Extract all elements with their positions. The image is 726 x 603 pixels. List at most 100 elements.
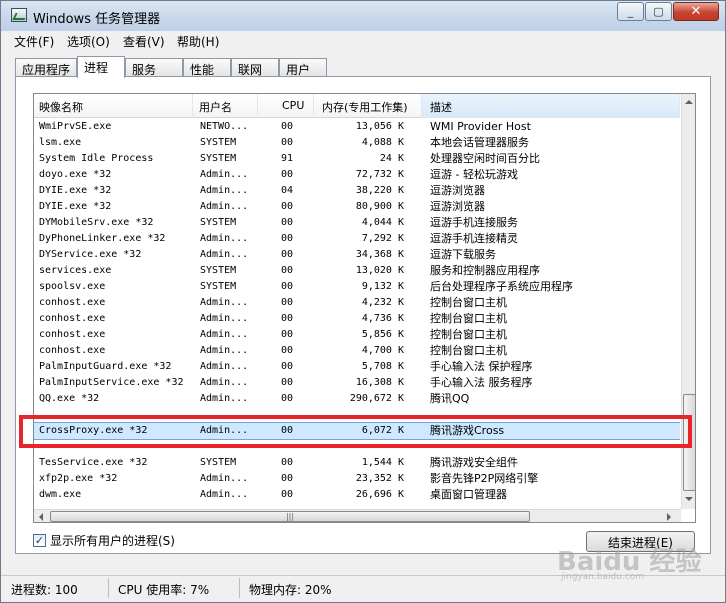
- tab-networking[interactable]: 联网: [231, 58, 279, 77]
- process-user: SYSTEM: [200, 281, 237, 292]
- column-memory[interactable]: 内存(专用工作集): [314, 94, 422, 118]
- show-all-users-label: 显示所有用户的进程(S): [50, 534, 175, 548]
- process-row[interactable]: DYMobileSrv.exe *32 SYSTEM 00 4,044 K 逗游手机连接…: [34, 215, 680, 231]
- window-title: Windows 任务管理器: [33, 12, 161, 27]
- column-cpu[interactable]: CPU: [258, 94, 314, 118]
- process-memory: 23,352 K: [355, 473, 404, 484]
- menu-options[interactable]: 选项(O): [67, 33, 110, 50]
- minimize-button[interactable]: _: [617, 2, 644, 21]
- process-description: 腾讯游戏安全组件: [430, 456, 518, 469]
- process-memory: 7,292 K: [361, 233, 404, 244]
- process-row[interactable]: TesService.exe *32 SYSTEM 00 1,544 K 腾讯游戏安全组…: [34, 455, 680, 471]
- process-cpu: 00: [281, 201, 294, 212]
- process-row[interactable]: [34, 407, 680, 423]
- process-row[interactable]: PalmInputGuard.exe *32 Admin... 00 5,708 K 手…: [34, 359, 680, 375]
- process-row[interactable]: [34, 439, 680, 455]
- process-row[interactable]: conhost.exe Admin... 00 4,700 K 控制台窗口主机: [34, 343, 680, 359]
- process-description: 桌面窗口管理器: [430, 488, 507, 501]
- process-cpu: 00: [281, 393, 294, 404]
- process-name: spoolsv.exe: [39, 281, 106, 292]
- process-memory: 72,732 K: [355, 169, 404, 180]
- process-name: System Idle Process: [39, 153, 154, 164]
- process-row[interactable]: dwm.exe Admin... 00 26,696 K 桌面窗口管理器: [34, 487, 680, 503]
- process-row[interactable]: spoolsv.exe SYSTEM 00 9,132 K 后台处理程序子系统应用程序: [34, 279, 680, 295]
- process-user: Admin...: [200, 425, 249, 436]
- column-image-name[interactable]: 映像名称: [34, 94, 193, 118]
- process-user: Admin...: [200, 489, 249, 500]
- task-manager-icon: [11, 8, 27, 22]
- process-description: WMI Provider Host: [430, 120, 531, 133]
- process-row[interactable]: WmiPrvSE.exe NETWO... 00 13,056 K WMI Provid…: [34, 119, 680, 135]
- column-user-name[interactable]: 用户名: [193, 94, 258, 118]
- process-row[interactable]: xfp2p.exe *32 Admin... 00 23,352 K 影音先锋P2P网络…: [34, 471, 680, 487]
- process-memory: 4,232 K: [361, 297, 404, 308]
- process-memory: 4,088 K: [361, 137, 404, 148]
- process-list[interactable]: 映像名称 用户名 CPU 内存(专用工作集) 描述 WmiPrvSE.exe NE…: [33, 93, 696, 523]
- status-cpu-usage: CPU 使用率: 7%: [118, 583, 210, 597]
- process-memory: 13,020 K: [355, 265, 404, 276]
- process-user: Admin...: [200, 393, 249, 404]
- process-row[interactable]: lsm.exe SYSTEM 00 4,088 K 本地会话管理器服务: [34, 135, 680, 151]
- process-row[interactable]: QQ.exe *32 Admin... 00 290,672 K 腾讯QQ: [34, 391, 680, 407]
- tab-performance[interactable]: 性能: [183, 58, 231, 77]
- process-row[interactable]: conhost.exe Admin... 00 4,736 K 控制台窗口主机: [34, 311, 680, 327]
- scroll-right-icon[interactable]: [667, 513, 671, 521]
- show-all-users-checkbox[interactable]: ✓: [33, 534, 46, 547]
- tab-users[interactable]: 用户: [279, 58, 327, 77]
- tab-services[interactable]: 服务: [125, 58, 183, 77]
- scroll-left-icon[interactable]: [39, 513, 43, 521]
- process-cpu: 00: [281, 345, 294, 356]
- vertical-scrollbar[interactable]: [681, 94, 695, 509]
- menu-file[interactable]: 文件(F): [14, 33, 54, 50]
- process-user: Admin...: [200, 233, 249, 244]
- process-row[interactable]: doyo.exe *32 Admin... 00 72,732 K 逗游 - 轻松玩游戏: [34, 167, 680, 183]
- process-name: PalmInputGuard.exe *32: [39, 361, 172, 372]
- process-row[interactable]: DyPhoneLinker.exe *32 Admin... 00 7,292 K 逗游…: [34, 231, 680, 247]
- process-memory: 4,044 K: [361, 217, 404, 228]
- status-process-count: 进程数: 100: [11, 583, 78, 597]
- horizontal-scrollbar[interactable]: |||: [34, 509, 681, 522]
- process-row[interactable]: System Idle Process SYSTEM 91 24 K 处理器空闲时间百分…: [34, 151, 680, 167]
- process-row-selected[interactable]: CrossProxy.exe *32 Admin... 00 6,072 K 腾讯游戏C…: [34, 422, 680, 440]
- process-name: doyo.exe *32: [39, 169, 112, 180]
- process-user: Admin...: [200, 345, 249, 356]
- maximize-button[interactable]: ▢: [645, 2, 672, 21]
- process-row[interactable]: conhost.exe Admin... 00 4,232 K 控制台窗口主机: [34, 295, 680, 311]
- vertical-scroll-thumb[interactable]: [683, 394, 695, 491]
- process-user: Admin...: [200, 473, 249, 484]
- process-cpu: 00: [281, 489, 294, 500]
- column-description[interactable]: 描述: [422, 94, 680, 118]
- process-name: dwm.exe: [39, 489, 82, 500]
- process-row[interactable]: DYService.exe *32 Admin... 00 34,368 K 逗游下载服…: [34, 247, 680, 263]
- process-row[interactable]: DYIE.exe *32 Admin... 00 80,900 K 逗游浏览器: [34, 199, 680, 215]
- process-cpu: 00: [281, 137, 294, 148]
- process-row[interactable]: conhost.exe Admin... 00 5,856 K 控制台窗口主机: [34, 327, 680, 343]
- process-memory: 24 K: [379, 153, 404, 164]
- process-row[interactable]: services.exe SYSTEM 00 13,020 K 服务和控制器应用程序: [34, 263, 680, 279]
- task-manager-window: Windows 任务管理器 _ ▢ ✕ 文件(F) 选项(O) 查看(V) 帮助…: [0, 0, 726, 603]
- process-user: SYSTEM: [200, 217, 237, 228]
- process-row[interactable]: PalmInputService.exe *32 Admin... 00 16,308…: [34, 375, 680, 391]
- tab-processes[interactable]: 进程: [77, 56, 125, 78]
- process-user: Admin...: [200, 169, 249, 180]
- menu-view[interactable]: 查看(V): [123, 33, 165, 50]
- process-name: conhost.exe: [39, 329, 106, 340]
- process-row[interactable]: DYIE.exe *32 Admin... 04 38,220 K 逗游浏览器: [34, 183, 680, 199]
- scroll-up-icon[interactable]: [685, 100, 693, 104]
- process-name: xfp2p.exe *32: [39, 473, 118, 484]
- show-all-users-option[interactable]: ✓ 显示所有用户的进程(S): [33, 532, 175, 549]
- close-button[interactable]: ✕: [673, 2, 719, 21]
- process-user: Admin...: [200, 313, 249, 324]
- status-separator: [239, 578, 240, 598]
- process-cpu: 00: [281, 217, 294, 228]
- scroll-down-icon[interactable]: [685, 497, 693, 501]
- title-bar[interactable]: Windows 任务管理器 _ ▢ ✕: [1, 1, 725, 31]
- end-process-button[interactable]: 结束进程(E): [586, 531, 695, 552]
- process-name: DYMobileSrv.exe *32: [39, 217, 154, 228]
- tab-applications[interactable]: 应用程序: [15, 58, 77, 77]
- process-user: Admin...: [200, 185, 249, 196]
- process-user: Admin...: [200, 361, 249, 372]
- process-user: Admin...: [200, 377, 249, 388]
- horizontal-scroll-thumb[interactable]: |||: [50, 511, 530, 522]
- menu-help[interactable]: 帮助(H): [177, 33, 219, 50]
